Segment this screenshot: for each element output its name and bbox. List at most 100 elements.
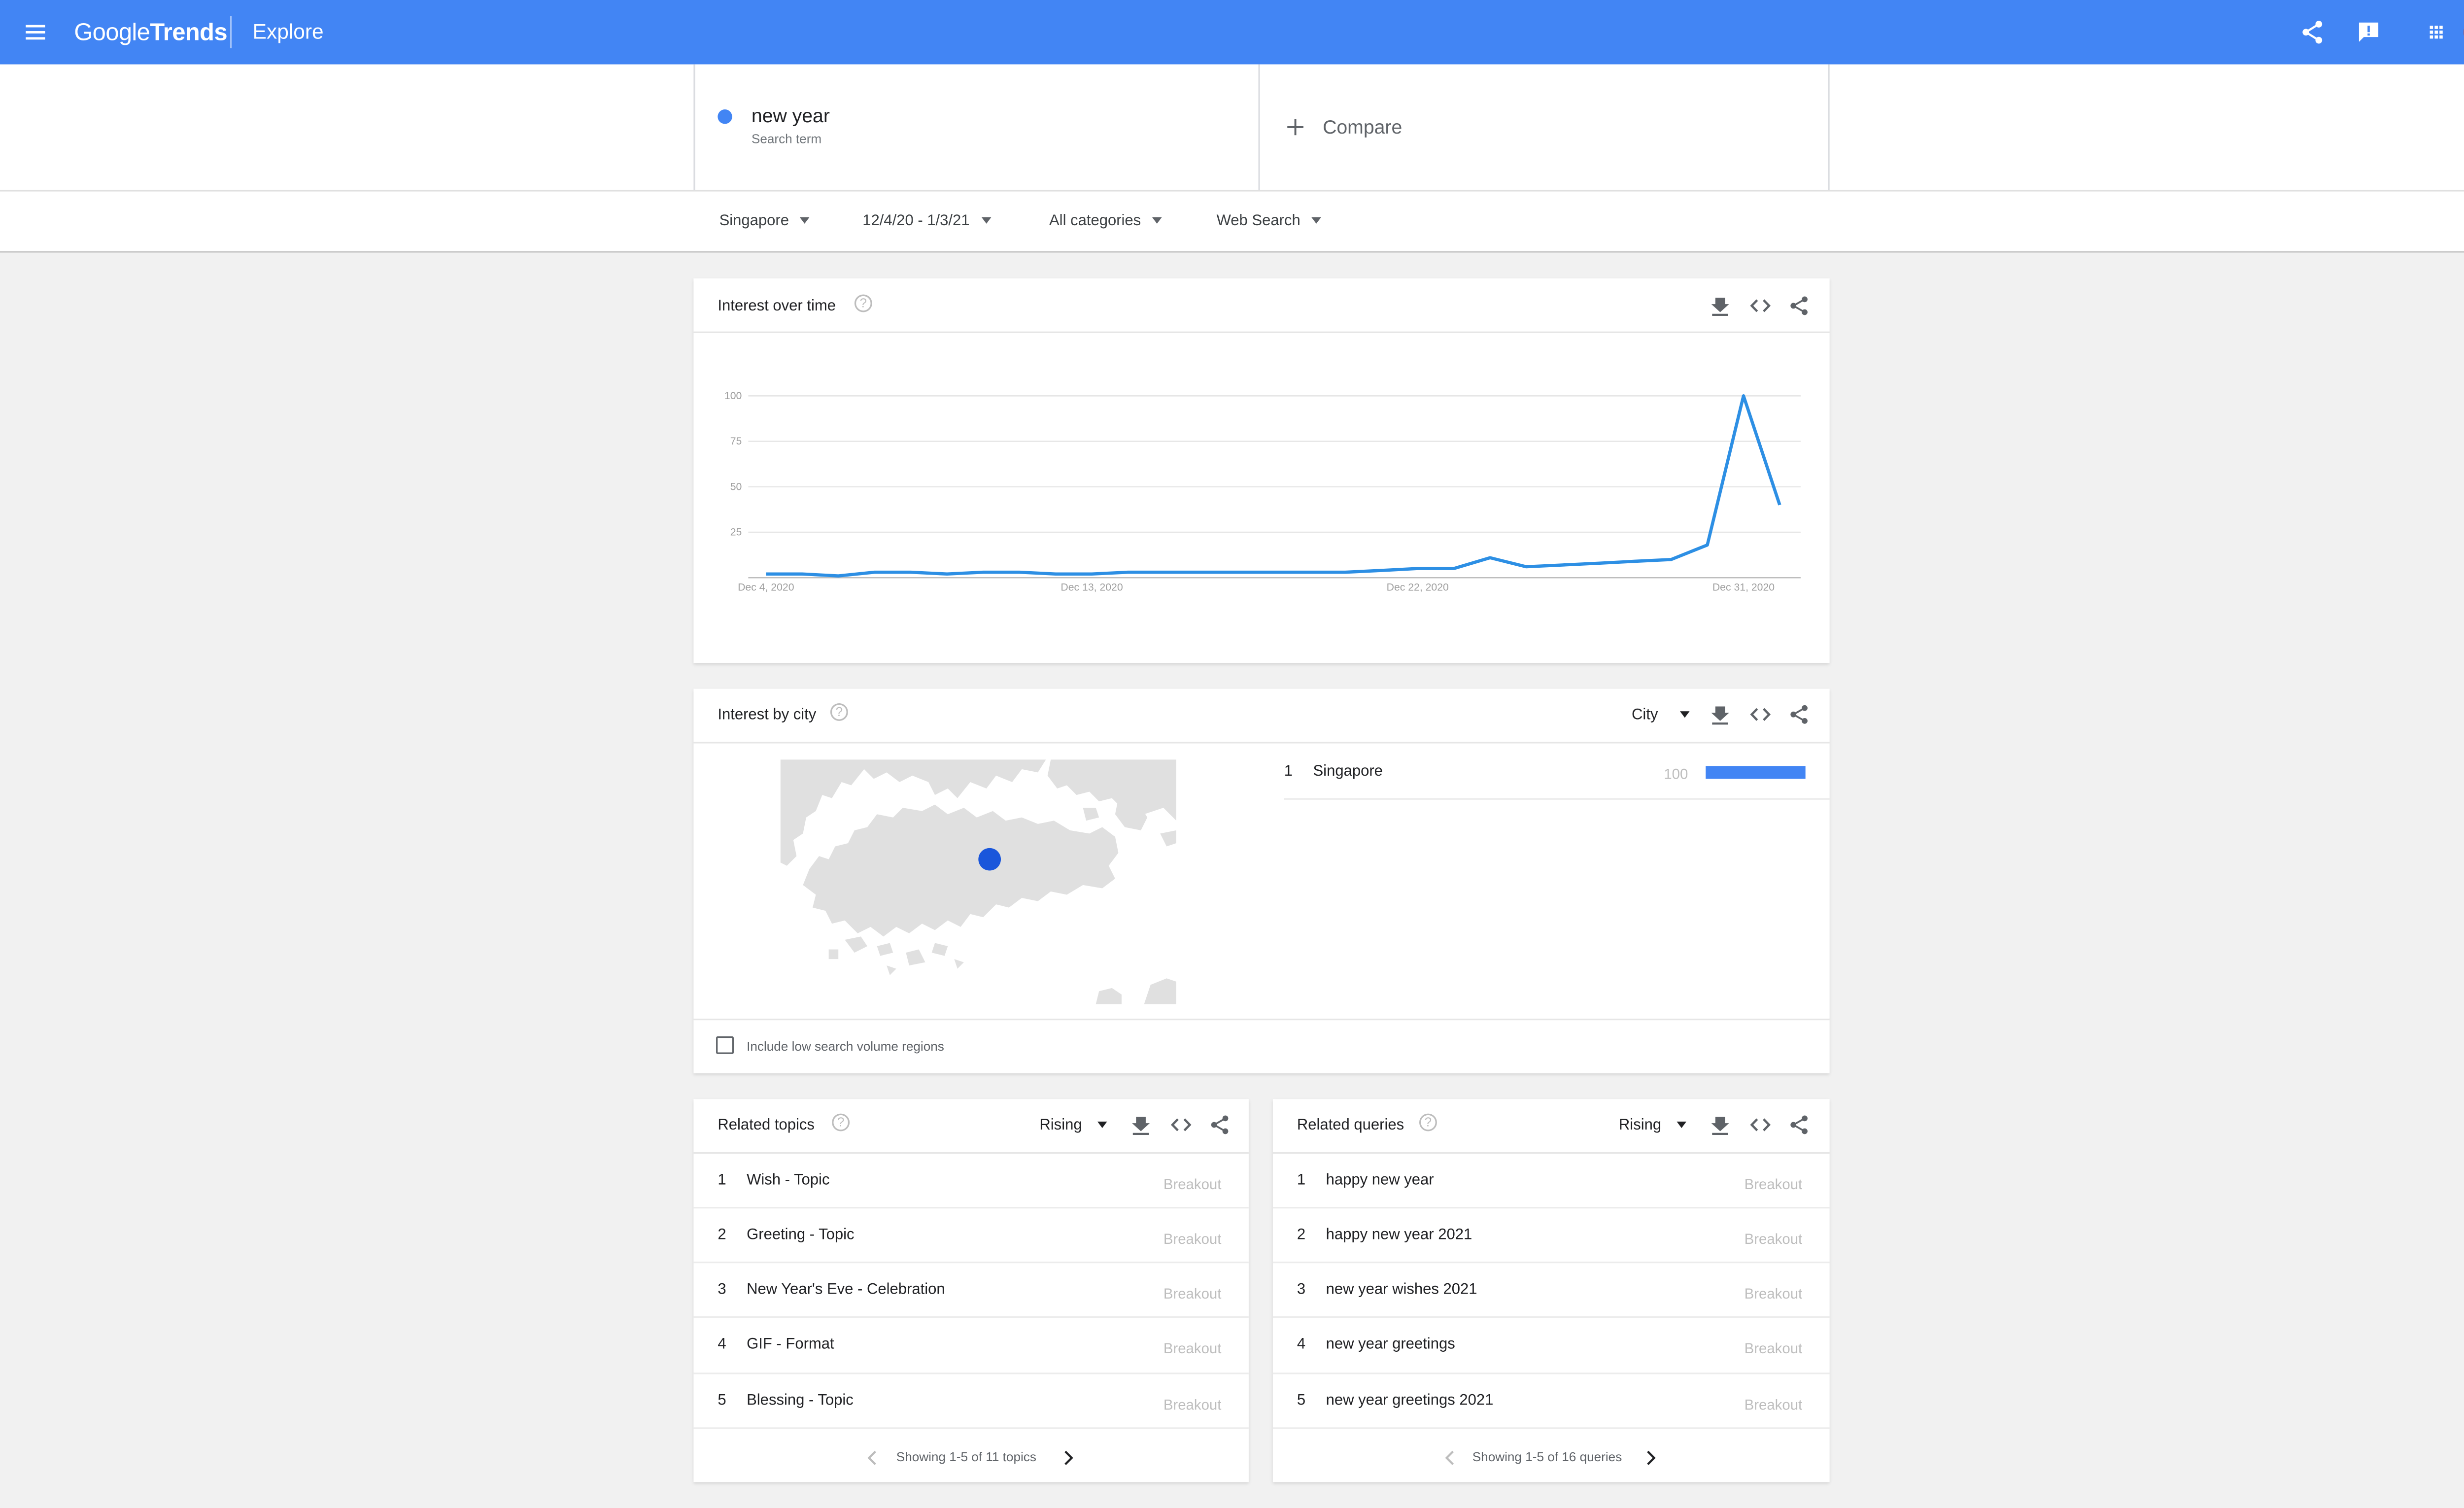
row-value: Breakout [1163,1397,1222,1413]
row-rank: 5 [718,1392,726,1410]
city-value: 100 [1664,766,1688,782]
rising-dropdown[interactable]: Rising [1039,1117,1108,1134]
row-text[interactable]: Greeting - Topic [747,1226,854,1244]
row-text[interactable]: new year greetings [1326,1336,1455,1353]
share-icon[interactable] [1788,295,1811,317]
y-tick-label: 100 [724,390,742,402]
category-filter-label: All categories [1049,212,1141,230]
row-divider [693,1206,1249,1209]
chevron-down-icon [981,218,991,225]
y-tick-label: 50 [730,481,742,492]
interest-by-city-card: Interest by city ? City 1 Singapore 100 … [693,688,1830,1073]
date-filter[interactable]: 12/4/20 - 1/3/21 [862,212,991,230]
singapore-map[interactable] [780,759,1176,1004]
help-icon[interactable]: ? [832,1113,850,1131]
share-icon[interactable] [1208,1114,1231,1136]
embed-code-icon[interactable] [1170,1114,1193,1136]
share-icon[interactable] [1788,703,1811,726]
row-rank: 3 [718,1281,726,1299]
search-term-subtitle: Search term [751,132,822,147]
card-divider [693,1018,1830,1021]
chevron-right-icon[interactable] [1061,1447,1077,1466]
chevron-right-icon[interactable] [1643,1447,1659,1466]
card-title: Related topics [718,1117,815,1135]
compare-label: Compare [1323,116,1403,138]
share-icon[interactable] [2293,13,2331,51]
row-text[interactable]: Wish - Topic [747,1171,829,1189]
resolution-label: City [1632,706,1658,724]
download-icon[interactable] [1129,1114,1152,1136]
row-divider [1272,1206,1830,1209]
help-icon[interactable]: ? [1419,1113,1437,1131]
x-tick-label: Dec 31, 2020 [1712,582,1775,593]
row-text[interactable]: New Year's Eve - Celebration [747,1281,945,1299]
row-rank: 2 [718,1226,726,1244]
compare-card[interactable]: Compare [1260,64,1830,190]
row-text[interactable]: new year greetings 2021 [1326,1392,1494,1409]
plus-icon [1286,116,1305,136]
category-filter[interactable]: All categories [1049,212,1162,230]
low-volume-checkbox[interactable] [716,1036,734,1054]
embed-code-icon[interactable] [1749,703,1772,726]
row-value: Breakout [1163,1340,1222,1357]
chevron-down-icon [1152,218,1162,225]
city-name[interactable]: Singapore [1313,763,1382,781]
apps-grid-icon[interactable] [2417,13,2455,51]
feedback-icon[interactable] [2349,13,2388,51]
card-divider [693,742,1830,744]
embed-code-icon[interactable] [1749,1114,1772,1136]
city-rank: 1 [1284,762,1293,781]
row-divider [1284,798,1830,800]
row-divider [1272,1316,1830,1318]
row-divider [693,1316,1249,1318]
property-filter[interactable]: Web Search [1217,212,1322,230]
row-text[interactable]: happy new year 2021 [1326,1226,1472,1244]
page-title: Explore [252,19,324,44]
row-divider [1272,1262,1830,1264]
y-tick-label: 75 [730,436,742,447]
download-icon[interactable] [1709,295,1732,317]
y-tick-label: 25 [730,527,742,538]
date-filter-label: 12/4/20 - 1/3/21 [862,212,970,230]
city-marker[interactable] [978,848,1001,871]
embed-code-icon[interactable] [1749,295,1772,317]
row-divider [1272,1372,1830,1374]
row-divider [693,1427,1249,1429]
help-icon[interactable]: ? [830,703,848,721]
card-title: Interest over time [718,298,836,316]
row-rank: 5 [1297,1392,1306,1410]
x-tick-label: Dec 22, 2020 [1387,582,1449,593]
pagination-label: Showing 1-5 of 11 topics [896,1450,1036,1465]
rising-dropdown[interactable]: Rising [1619,1117,1687,1134]
card-title: Related queries [1297,1117,1404,1135]
share-icon[interactable] [1788,1114,1811,1136]
row-text[interactable]: GIF - Format [747,1336,834,1353]
row-rank: 1 [718,1171,726,1190]
term-color-dot [718,109,732,124]
chevron-down-icon [1680,712,1690,719]
row-value: Breakout [1163,1231,1222,1247]
row-text[interactable]: Blessing - Topic [747,1392,854,1409]
search-term[interactable]: new year [752,104,830,127]
help-icon[interactable]: ? [854,294,872,312]
region-filter[interactable]: Singapore [719,212,810,230]
chevron-down-icon [800,218,810,225]
low-volume-label: Include low search volume regions [747,1039,944,1054]
property-filter-label: Web Search [1216,212,1300,230]
series-line [766,394,1781,578]
download-icon[interactable] [1709,1114,1732,1136]
row-value: Breakout [1744,1340,1803,1357]
x-tick-label: Dec 4, 2020 [738,582,794,593]
row-text[interactable]: new year wishes 2021 [1326,1281,1477,1299]
hamburger-menu-icon[interactable] [16,13,55,51]
row-text[interactable]: happy new year [1326,1171,1434,1189]
chevron-left-icon[interactable] [1442,1447,1458,1466]
city-value-bar [1706,766,1806,779]
search-term-card[interactable]: new year Search term [693,64,1260,190]
google-trends-logo[interactable]: GoogleTrends [74,19,227,47]
resolution-dropdown[interactable]: City [1632,706,1690,724]
row-rank: 1 [1297,1171,1306,1190]
chevron-left-icon[interactable] [864,1447,880,1466]
row-rank: 2 [1297,1226,1306,1244]
download-icon[interactable] [1709,703,1732,726]
